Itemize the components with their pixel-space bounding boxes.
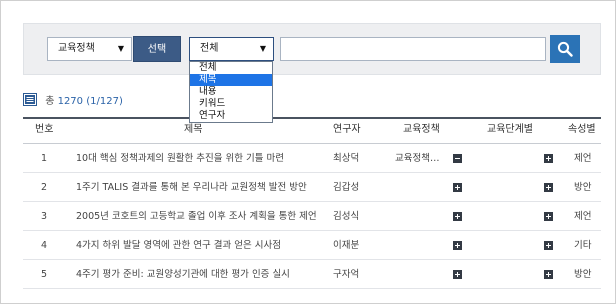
- row-number: 1: [41, 153, 48, 164]
- expand-plus-icon[interactable]: [453, 212, 462, 221]
- search-field-value: 전체: [200, 43, 219, 54]
- dropdown-option[interactable]: 전체: [190, 62, 272, 74]
- category-select-value: 교육정책: [58, 43, 95, 54]
- expand-plus-icon[interactable]: [453, 183, 462, 192]
- expand-plus-icon[interactable]: [544, 183, 553, 192]
- select-button[interactable]: 선택: [133, 36, 181, 62]
- list-icon: [23, 93, 37, 109]
- row-title-link[interactable]: 10대 핵심 정책과제의 원활한 추진을 위한 기틀 마련: [76, 144, 284, 173]
- header-researcher: 연구자: [333, 124, 361, 135]
- search-field-dropdown: 전체 제목 내용 키워드 연구자: [189, 61, 273, 123]
- table-row: 5 4주기 평가 준비: 교원양성기관에 대한 평가 인증 실시 구자억 방안: [23, 260, 601, 289]
- row-researcher: 김갑성: [333, 182, 360, 193]
- dropdown-option[interactable]: 연구자: [190, 110, 272, 122]
- row-researcher: 김성식: [333, 211, 360, 222]
- header-number: 번호: [35, 124, 54, 135]
- row-attribute: 방안: [574, 269, 592, 280]
- count-prefix: 총: [45, 96, 55, 107]
- row-title-link[interactable]: 4주기 평가 준비: 교원양성기관에 대한 평가 인증 실시: [76, 260, 290, 289]
- page-frame: 교육정책 ▼ 선택 전체 ▼ 전체 제목 내용 키워드 연구자 총 1270 (…: [0, 0, 616, 304]
- category-select[interactable]: 교육정책 ▼: [47, 37, 132, 61]
- result-count: 총 1270 (1/127): [23, 92, 123, 109]
- search-button[interactable]: [550, 35, 580, 63]
- row-number: 5: [41, 269, 48, 280]
- expand-plus-icon[interactable]: [544, 270, 553, 279]
- row-title-link[interactable]: 1주기 TALIS 결과를 통해 본 우리나라 교원정책 발전 방안: [76, 173, 307, 202]
- table-row: 2 1주기 TALIS 결과를 통해 본 우리나라 교원정책 발전 방안 김갑성…: [23, 173, 601, 202]
- header-attribute: 속성별: [568, 124, 596, 135]
- search-input[interactable]: [280, 37, 546, 61]
- dropdown-option[interactable]: 제목: [190, 74, 272, 86]
- chevron-down-icon: ▼: [117, 44, 124, 53]
- row-number: 3: [41, 211, 48, 222]
- row-attribute: 방안: [574, 182, 592, 193]
- chevron-down-icon: ▼: [259, 44, 266, 53]
- results-table: 번호 제목 연구자 교육정책 교육단계별 속성별 1 10대 핵심 정책과제의 …: [23, 117, 601, 289]
- row-researcher: 이재분: [333, 240, 360, 251]
- search-field-select[interactable]: 전체 ▼: [189, 37, 274, 61]
- collapse-minus-icon[interactable]: [453, 154, 462, 163]
- expand-plus-icon[interactable]: [544, 241, 553, 250]
- expand-plus-icon[interactable]: [453, 241, 462, 250]
- row-attribute: 기타: [574, 240, 592, 251]
- header-stage: 교육단계별: [487, 124, 533, 135]
- row-number: 2: [41, 182, 48, 193]
- row-researcher: 구자억: [333, 269, 360, 280]
- count-pages: (1/127): [86, 96, 123, 107]
- row-attribute: 제언: [574, 211, 592, 222]
- magnifier-icon: [557, 41, 573, 57]
- row-title-link[interactable]: 4가지 하위 발달 영역에 관한 연구 결과 얻은 시사점: [76, 231, 281, 260]
- count-total: 1270: [57, 96, 84, 107]
- expand-plus-icon[interactable]: [453, 270, 462, 279]
- table-row: 1 10대 핵심 정책과제의 원활한 추진을 위한 기틀 마련 최상덕 교육정책…: [23, 144, 601, 173]
- table-row: 4 4가지 하위 발달 영역에 관한 연구 결과 얻은 시사점 이재분 기타: [23, 231, 601, 260]
- expand-plus-icon[interactable]: [544, 212, 553, 221]
- table-row: 3 2005년 코호트의 고등학교 졸업 이후 조사 계획을 통한 제언 김성식…: [23, 202, 601, 231]
- row-policy: 교육정책…: [395, 153, 440, 164]
- row-researcher: 최상덕: [333, 153, 360, 164]
- expand-plus-icon[interactable]: [544, 154, 553, 163]
- dropdown-option[interactable]: 내용: [190, 86, 272, 98]
- row-number: 4: [41, 240, 48, 251]
- table-header: 번호 제목 연구자 교육정책 교육단계별 속성별: [23, 117, 601, 144]
- row-title-link[interactable]: 2005년 코호트의 고등학교 졸업 이후 조사 계획을 통한 제언: [76, 202, 317, 231]
- row-attribute: 제언: [574, 153, 592, 164]
- dropdown-option[interactable]: 키워드: [190, 98, 272, 110]
- header-policy: 교육정책: [403, 124, 440, 135]
